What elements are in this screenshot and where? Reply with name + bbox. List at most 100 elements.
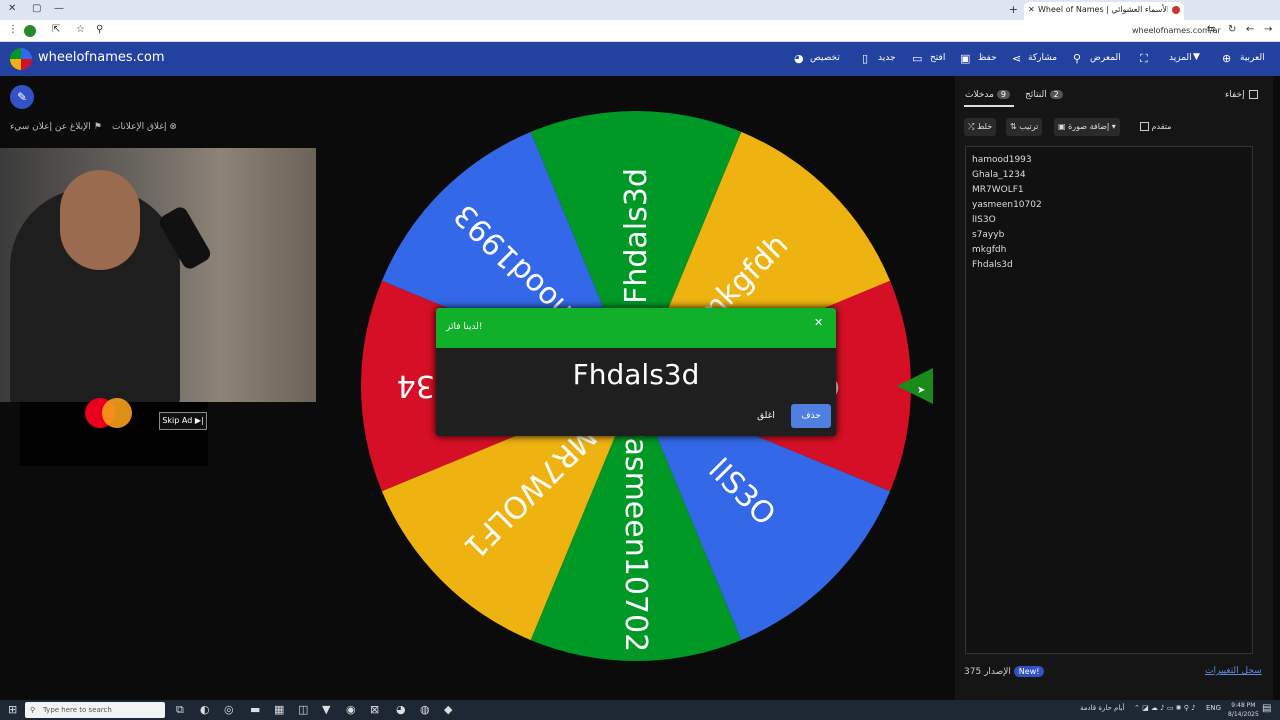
copilot-icon[interactable]: ◐ <box>200 703 210 716</box>
brand-name[interactable]: wheelofnames.com <box>38 50 165 65</box>
streamer-face <box>60 170 140 270</box>
close-window-icon[interactable]: ✕ <box>8 3 16 14</box>
mouse-cursor-icon: ➤ <box>917 385 926 396</box>
taskbar: ⊞ ⚲ Type here to search ⧉ ◐ ◎ ▬ ▦ ◫ ▼ ◉ ⊠… <box>0 700 1280 720</box>
time: 9:48 PM <box>1231 702 1256 709</box>
file-explorer-icon[interactable]: ▬ <box>250 703 260 716</box>
new-badge: New! <box>1013 666 1045 677</box>
minimize-window-icon[interactable]: — <box>54 3 64 14</box>
maximize-window-icon[interactable]: ▢ <box>32 3 41 14</box>
favicon-icon <box>1172 6 1180 14</box>
forward-icon[interactable]: ← <box>1246 24 1254 35</box>
browser-tab[interactable]: ✕ Wheel of Names | عجلة الأسماء العشوائي <box>1024 2 1184 20</box>
close-button[interactable]: اغلق <box>746 404 786 428</box>
nav-new[interactable]: جديد <box>878 53 896 63</box>
entry-line: mkgfdh <box>972 245 1007 255</box>
shuffle-button[interactable]: ⤮ خلط <box>964 118 997 136</box>
language-indicator[interactable]: ENG <box>1206 704 1221 712</box>
back-icon[interactable]: → <box>1264 24 1272 35</box>
obs-icon[interactable]: ◉ <box>346 703 356 716</box>
edit-pencil-button[interactable]: ✎ <box>10 85 34 109</box>
store-icon[interactable]: ▦ <box>274 703 284 716</box>
new-tab-icon[interactable]: + <box>1009 3 1018 16</box>
nav-customize[interactable]: تخصيص <box>810 53 840 63</box>
nav-save[interactable]: حفظ <box>978 53 997 63</box>
windows-start-icon[interactable]: ⊞ <box>8 703 17 716</box>
changelog-link[interactable]: سجل التغييرات <box>1205 666 1262 676</box>
nav-open[interactable]: افتح <box>930 53 945 63</box>
nav-language[interactable]: العربية <box>1240 53 1265 63</box>
flag-icon: ⚑ <box>93 122 102 132</box>
sort-icon: ⇅ <box>1010 122 1017 131</box>
fullscreen-icon[interactable]: ⛶ <box>1140 52 1148 66</box>
skip-ad-button[interactable]: Skip Ad ▶| <box>159 412 207 430</box>
search-icon[interactable]: ⚲ <box>96 24 103 35</box>
entry-line: MR7WOLF1 <box>972 185 1024 195</box>
taskbar-search-input[interactable]: ⚲ Type here to search <box>25 702 165 718</box>
tab-entries[interactable]: مدخلات 9 <box>965 90 1010 100</box>
shuffle-label: خلط <box>976 122 993 131</box>
nav-more[interactable]: المزيد <box>1169 53 1192 63</box>
chrome-icon[interactable]: ◕ <box>396 703 406 716</box>
nav-share[interactable]: مشاركة <box>1028 53 1057 63</box>
edge-icon[interactable]: ◎ <box>224 703 234 716</box>
close-tab-icon[interactable]: ✕ <box>1028 2 1035 18</box>
report-ad-link[interactable]: الإبلاغ عن إعلان سيء ⚑ <box>10 122 102 132</box>
reload-icon[interactable]: ↻ <box>1228 24 1236 35</box>
search-placeholder: Type here to search <box>43 706 112 714</box>
weather-widget[interactable]: أيام حارة قادمة <box>1080 704 1124 712</box>
extensions-icon[interactable]: ⇱ <box>52 24 60 35</box>
task-view-icon[interactable]: ⧉ <box>176 703 184 717</box>
add-image-label: إضافة صورة <box>1068 122 1110 131</box>
entries-panel: مدخلات 9 النتائج 2 إخفاء ⤮ خلط ⇅ ترتيب ▣… <box>955 76 1273 700</box>
notifications-icon[interactable]: ▤ <box>1262 703 1271 714</box>
steam-icon[interactable]: ◆ <box>444 703 452 716</box>
entry-line: hamood1993 <box>972 155 1032 165</box>
image-icon: ▣ <box>1058 122 1066 131</box>
sort-button[interactable]: ⇅ ترتيب <box>1006 118 1043 136</box>
palette-icon: ◕ <box>794 52 804 65</box>
results-count-badge: 2 <box>1049 90 1063 99</box>
winner-name: Fhdals3d <box>572 358 700 391</box>
tray-icons[interactable]: ⌃ ◪ ☁ ♪ ▭ ✺ ⚲ ♪ <box>1134 704 1196 712</box>
close-ads-link[interactable]: إغلاق الإعلانات ⊗ <box>112 122 177 132</box>
entry-line: s7ayyb <box>972 230 1005 240</box>
site-settings-icon[interactable]: ⇆ <box>1207 24 1215 35</box>
tab-results[interactable]: النتائج 2 <box>1025 90 1063 100</box>
hide-toggle[interactable]: إخفاء <box>1225 90 1258 100</box>
remove-button[interactable]: حذف <box>791 404 831 428</box>
entries-count-badge: 9 <box>996 90 1010 99</box>
clock[interactable]: 9:48 PM 8/14/2025 <box>1228 701 1259 719</box>
nav-gallery[interactable]: المعرض <box>1090 53 1121 63</box>
dialog-title: لدينا فائز! <box>446 322 483 332</box>
entry-line: lIS3O <box>972 215 996 225</box>
logo-icon[interactable] <box>10 48 32 70</box>
app-icon[interactable]: ◍ <box>420 703 430 716</box>
mastercard-logo-orange <box>102 398 132 428</box>
save-icon: ▣ <box>960 52 971 65</box>
wheel-segment-label: yasmeen10702 <box>618 420 653 652</box>
site-header: wheelofnames.com ◕ تخصيص ▯ جديد ▭ افتح ▣… <box>0 42 1280 76</box>
tab-title: Wheel of Names | عجلة الأسماء العشوائي <box>1038 5 1168 14</box>
brave-icon[interactable]: ▼ <box>322 703 330 716</box>
advanced-checkbox[interactable] <box>1140 122 1149 131</box>
webcam-overlay <box>0 148 316 402</box>
entries-textarea[interactable]: hamood1993 Ghala_1234 MR7WOLF1 yasmeen10702… <box>965 146 1253 654</box>
menu-dots-icon[interactable]: ⋮ <box>8 24 18 35</box>
bookmark-star-icon[interactable]: ☆ <box>76 24 85 35</box>
file-icon: ▯ <box>862 52 869 65</box>
add-image-button[interactable]: ▣ إضافة صورة ▾ <box>1054 118 1120 136</box>
outlook-icon[interactable]: ◫ <box>298 703 308 716</box>
close-circle-icon: ⊗ <box>169 122 177 132</box>
close-icon[interactable]: ✕ <box>814 316 823 329</box>
browser-tab-bar: ✕ ▢ — + ✕ Wheel of Names | عجلة الأسماء … <box>0 0 1280 20</box>
gallery-search-icon: ⚲ <box>1073 52 1082 65</box>
date: 8/14/2025 <box>1228 711 1259 718</box>
tab-results-label: النتائج <box>1025 90 1047 100</box>
profile-icon[interactable] <box>24 25 36 37</box>
xbox-icon[interactable]: ⊠ <box>370 703 379 716</box>
entry-line: Ghala_1234 <box>972 170 1026 180</box>
advanced-toggle[interactable]: متقدم <box>1132 118 1175 136</box>
hide-checkbox[interactable] <box>1248 90 1258 99</box>
dialog-header: لدينا فائز! ✕ <box>436 308 836 348</box>
